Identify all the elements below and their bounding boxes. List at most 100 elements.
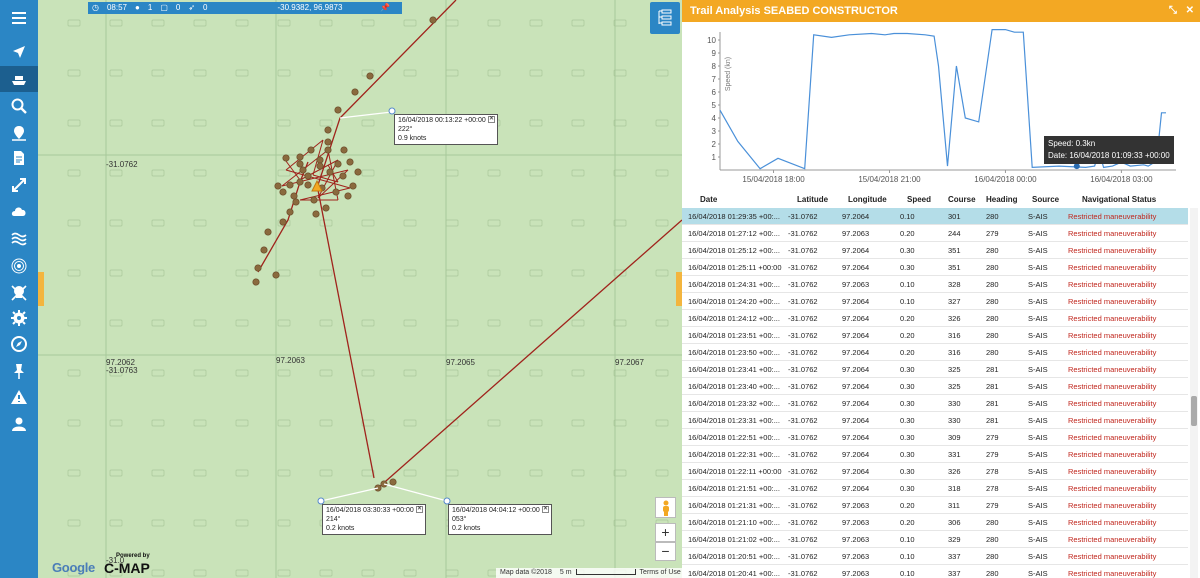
table-row[interactable]: 16/04/2018 01:23:41 +00:... -31.0762 97.20…: [682, 361, 1188, 378]
track-point[interactable]: [260, 246, 268, 254]
sidebar-item-compass[interactable]: [0, 331, 38, 357]
table-row[interactable]: 16/04/2018 01:21:31 +00:... -31.0762 97.20…: [682, 497, 1188, 514]
position-popup[interactable]: 16/04/2018 03:30:33 +00:00 214° 0.2 knot…: [322, 504, 426, 535]
close-icon[interactable]: ✕: [1186, 5, 1194, 16]
sidebar-item-waves[interactable]: [0, 226, 38, 252]
table-row[interactable]: 16/04/2018 01:29:35 +00:... -31.0762 97.20…: [682, 208, 1188, 225]
sidebar-item-search[interactable]: [0, 93, 38, 119]
sidebar-item-expand[interactable]: [0, 172, 38, 198]
track-point[interactable]: [296, 178, 304, 186]
scrollbar-thumb[interactable]: [1191, 396, 1197, 426]
table-row[interactable]: 16/04/2018 01:25:11 +00:00 -31.0762 97.206…: [682, 259, 1188, 276]
track-point[interactable]: [366, 72, 374, 80]
close-icon[interactable]: ✕: [416, 506, 423, 513]
sidebar-item-skull[interactable]: [0, 280, 38, 306]
position-popup[interactable]: 16/04/2018 00:13:22 +00:00 222° 0.9 knot…: [394, 114, 498, 145]
sidebar-item-settings[interactable]: [0, 305, 38, 331]
table-row[interactable]: 16/04/2018 01:23:40 +00:... -31.0762 97.20…: [682, 378, 1188, 395]
sidebar-item-warning[interactable]: [0, 384, 38, 410]
track-point[interactable]: [286, 208, 294, 216]
close-icon[interactable]: ✕: [542, 506, 549, 513]
track-point[interactable]: [312, 210, 320, 218]
zoom-in-button[interactable]: +: [655, 523, 676, 542]
table-row[interactable]: 16/04/2018 01:21:51 +00:... -31.0762 97.20…: [682, 480, 1188, 497]
column-header[interactable]: Date: [700, 195, 717, 204]
terms-link[interactable]: Terms of Use: [636, 568, 682, 578]
track-point[interactable]: [310, 196, 318, 204]
table-row[interactable]: 16/04/2018 01:21:10 +00:... -31.0762 97.20…: [682, 514, 1188, 531]
track-point[interactable]: [349, 182, 357, 190]
speed-chart[interactable]: 1 2 3 4 5 6 7 8 9 10 Speed (kn) 15/04/2018 18:00 15/…: [682, 22, 1200, 190]
column-header[interactable]: Speed: [907, 195, 931, 204]
track-point[interactable]: [282, 154, 290, 162]
track-point[interactable]: [272, 271, 280, 279]
track-point[interactable]: [292, 198, 300, 206]
track-point[interactable]: [334, 106, 342, 114]
pin-icon[interactable]: 📌: [380, 2, 390, 14]
column-header[interactable]: Latitude: [797, 195, 828, 204]
column-header[interactable]: Source: [1032, 195, 1059, 204]
track-point[interactable]: [389, 478, 397, 486]
track-point[interactable]: [254, 264, 262, 272]
hover-point[interactable]: [1073, 163, 1080, 170]
trail-table-body[interactable]: 16/04/2018 01:29:35 +00:... -31.0762 97.20…: [682, 208, 1188, 578]
track-point[interactable]: [326, 168, 334, 176]
table-row[interactable]: 16/04/2018 01:20:41 +00:... -31.0762 97.20…: [682, 565, 1188, 578]
column-header[interactable]: Longitude: [848, 195, 887, 204]
track-point[interactable]: [339, 172, 347, 180]
track-point[interactable]: [354, 168, 362, 176]
track-point[interactable]: [279, 188, 287, 196]
track-point[interactable]: [296, 153, 304, 161]
table-row[interactable]: 16/04/2018 01:23:50 +00:... -31.0762 97.20…: [682, 344, 1188, 361]
track-point[interactable]: [299, 166, 307, 174]
close-icon[interactable]: ✕: [488, 116, 495, 123]
column-header[interactable]: Navigational Status: [1082, 195, 1156, 204]
track-point[interactable]: [296, 160, 304, 168]
street-view-button[interactable]: [655, 497, 676, 518]
track-point[interactable]: [332, 188, 340, 196]
track-point[interactable]: [429, 16, 437, 24]
track-point[interactable]: [324, 126, 332, 134]
table-row[interactable]: 16/04/2018 01:23:51 +00:... -31.0762 97.20…: [682, 327, 1188, 344]
table-row[interactable]: 16/04/2018 01:20:51 +00:... -31.0762 97.20…: [682, 548, 1188, 565]
table-row[interactable]: 16/04/2018 01:24:20 +00:... -31.0762 97.20…: [682, 293, 1188, 310]
sidebar-item-document[interactable]: [0, 145, 38, 171]
table-row[interactable]: 16/04/2018 01:24:31 +00:... -31.0762 97.20…: [682, 276, 1188, 293]
position-popup[interactable]: 16/04/2018 04:04:12 +00:00 053° 0.2 knot…: [448, 504, 552, 535]
expand-icon[interactable]: ⤡: [1169, 5, 1177, 16]
track-point[interactable]: [304, 181, 312, 189]
track-point[interactable]: [307, 146, 315, 154]
layers-button[interactable]: [650, 2, 680, 34]
table-row[interactable]: 16/04/2018 01:21:02 +00:... -31.0762 97.20…: [682, 531, 1188, 548]
track-point[interactable]: [304, 172, 312, 180]
map-canvas[interactable]: [38, 0, 682, 578]
sidebar-item-ship[interactable]: [0, 66, 38, 92]
table-row[interactable]: 16/04/2018 01:27:12 +00:... -31.0762 97.20…: [682, 225, 1188, 242]
zoom-out-button[interactable]: −: [655, 542, 676, 561]
table-row[interactable]: 16/04/2018 01:23:31 +00:... -31.0762 97.20…: [682, 412, 1188, 429]
table-row[interactable]: 16/04/2018 01:22:11 +00:00 -31.0762 97.206…: [682, 463, 1188, 480]
track-point[interactable]: [344, 192, 352, 200]
table-row[interactable]: 16/04/2018 01:24:12 +00:... -31.0762 97.20…: [682, 310, 1188, 327]
left-panel-handle[interactable]: [38, 272, 44, 306]
sidebar-item-pin[interactable]: [0, 358, 38, 384]
table-row[interactable]: 16/04/2018 01:22:31 +00:... -31.0762 97.20…: [682, 446, 1188, 463]
track-point[interactable]: [340, 146, 348, 154]
track-point[interactable]: [264, 228, 272, 236]
sidebar-item-location[interactable]: [0, 120, 38, 146]
map-view[interactable]: ◷ 08:57 ● 1 ▢ 0 ➶ 0 -30.9382, 96.9873 📌 …: [38, 0, 682, 578]
table-row[interactable]: 16/04/2018 01:22:51 +00:... -31.0762 97.20…: [682, 429, 1188, 446]
track-point[interactable]: [290, 192, 298, 200]
track-point[interactable]: [316, 156, 324, 164]
sidebar-item-radar[interactable]: [0, 253, 38, 279]
sidebar-item-user[interactable]: [0, 411, 38, 437]
sidebar-item-cloud[interactable]: [0, 198, 38, 224]
table-row[interactable]: 16/04/2018 01:23:32 +00:... -31.0762 97.20…: [682, 395, 1188, 412]
track-point[interactable]: [286, 181, 294, 189]
track-point[interactable]: [324, 146, 332, 154]
track-point[interactable]: [252, 278, 260, 286]
track-point[interactable]: [324, 138, 332, 146]
track-point[interactable]: [351, 88, 359, 96]
table-row[interactable]: 16/04/2018 01:25:12 +00:... -31.0762 97.20…: [682, 242, 1188, 259]
track-point[interactable]: [334, 160, 342, 168]
